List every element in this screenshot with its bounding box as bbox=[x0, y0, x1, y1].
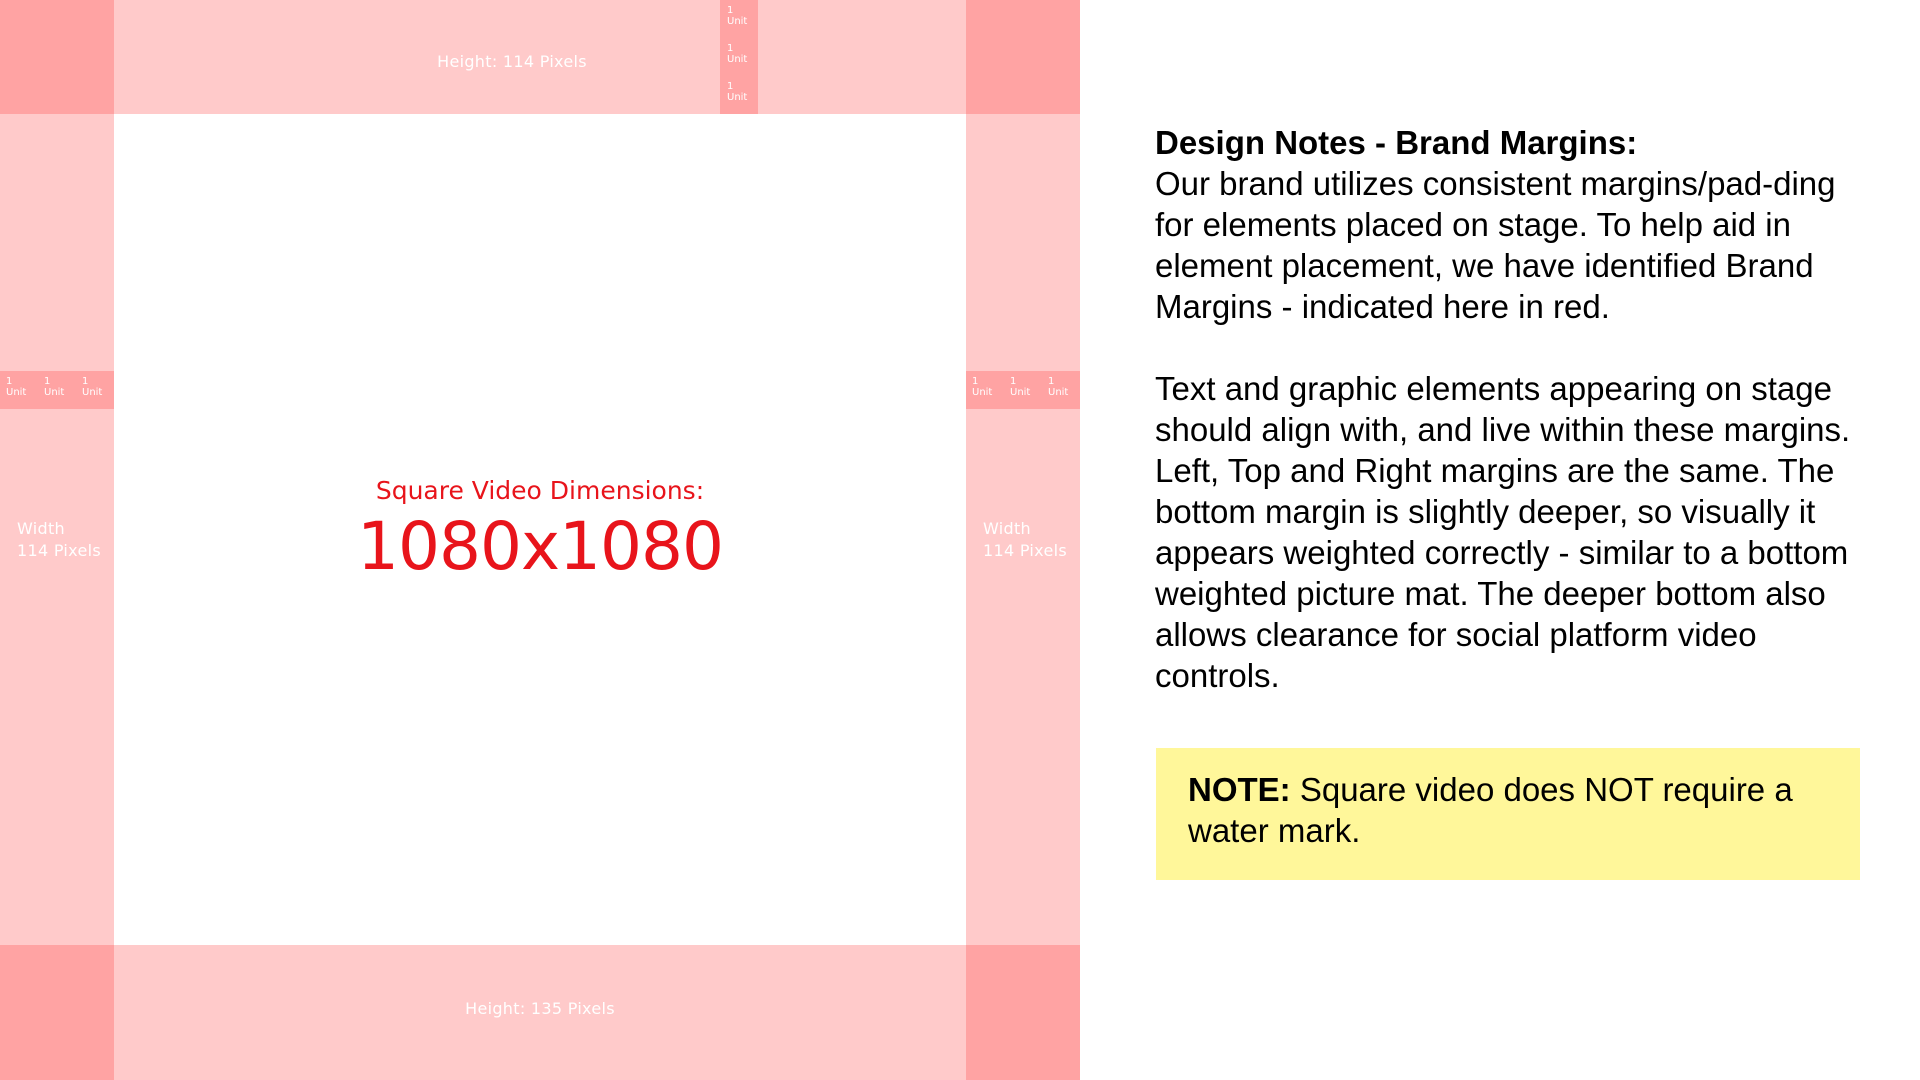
unit-marker: 1 Unit bbox=[727, 81, 757, 103]
unit-marker: 1 Unit bbox=[6, 376, 44, 398]
top-margin-label: Height: 114 Pixels bbox=[437, 52, 587, 71]
unit-word: Unit bbox=[6, 387, 27, 398]
design-notes-paragraph-2: Text and graphic elements appearing on s… bbox=[1155, 370, 1851, 694]
watermark-note-box: NOTE: Square video does NOT require a wa… bbox=[1156, 748, 1860, 880]
unit-word: Unit bbox=[1010, 387, 1031, 398]
top-right-margin-corner bbox=[966, 0, 1080, 114]
bottom-left-margin-corner bbox=[0, 945, 114, 1080]
top-left-margin-corner bbox=[0, 0, 114, 114]
bottom-margin-label: Height: 135 Pixels bbox=[465, 999, 615, 1018]
left-margin-label-line2: 114 Pixels bbox=[17, 541, 101, 560]
unit-number: 1 bbox=[727, 5, 734, 16]
left-margin-label-line1: Width bbox=[17, 519, 65, 538]
unit-marker: 1 Unit bbox=[44, 376, 82, 398]
note-label: NOTE: bbox=[1188, 771, 1291, 808]
unit-marker: 1 Unit bbox=[727, 43, 757, 65]
unit-number: 1 bbox=[44, 376, 51, 387]
square-video-stage: Height: 114 Pixels Height: 135 Pixels Wi… bbox=[0, 0, 1080, 1080]
unit-word: Unit bbox=[44, 387, 65, 398]
unit-marker: 1 Unit bbox=[1048, 376, 1086, 398]
right-margin-label: Width 114 Pixels bbox=[983, 518, 1067, 562]
unit-number: 1 bbox=[6, 376, 13, 387]
unit-marker: 1 Unit bbox=[82, 376, 120, 398]
unit-word: Unit bbox=[727, 16, 748, 27]
unit-word: Unit bbox=[1048, 387, 1069, 398]
unit-word: Unit bbox=[727, 54, 748, 65]
unit-word: Unit bbox=[727, 92, 748, 103]
unit-number: 1 bbox=[727, 81, 734, 92]
unit-marker: 1 Unit bbox=[1010, 376, 1048, 398]
right-margin-label-line2: 114 Pixels bbox=[983, 541, 1067, 560]
right-margin-label-line1: Width bbox=[983, 519, 1031, 538]
unit-number: 1 bbox=[972, 376, 979, 387]
unit-word: Unit bbox=[82, 387, 103, 398]
unit-number: 1 bbox=[1048, 376, 1055, 387]
unit-marker: 1 Unit bbox=[727, 5, 757, 27]
bottom-right-margin-corner bbox=[966, 945, 1080, 1080]
unit-number: 1 bbox=[727, 43, 734, 54]
design-notes: Design Notes - Brand Margins: Our brand … bbox=[1155, 122, 1875, 696]
right-unit-strip: 1 Unit 1 Unit 1 Unit bbox=[966, 371, 1080, 409]
unit-number: 1 bbox=[82, 376, 89, 387]
design-notes-title: Design Notes - Brand Margins: bbox=[1155, 124, 1638, 161]
design-notes-paragraph-1: Our brand utilizes consistent margins/pa… bbox=[1155, 165, 1836, 325]
unit-marker: 1 Unit bbox=[972, 376, 1010, 398]
top-unit-strip: 1 Unit 1 Unit 1 Unit bbox=[720, 0, 758, 114]
unit-word: Unit bbox=[972, 387, 993, 398]
left-unit-strip: 1 Unit 1 Unit 1 Unit bbox=[0, 371, 114, 409]
dimensions-caption: Square Video Dimensions: bbox=[375, 476, 705, 505]
unit-number: 1 bbox=[1010, 376, 1017, 387]
left-margin-label: Width 114 Pixels bbox=[17, 518, 101, 562]
dimensions-value: 1080x1080 bbox=[357, 508, 724, 585]
